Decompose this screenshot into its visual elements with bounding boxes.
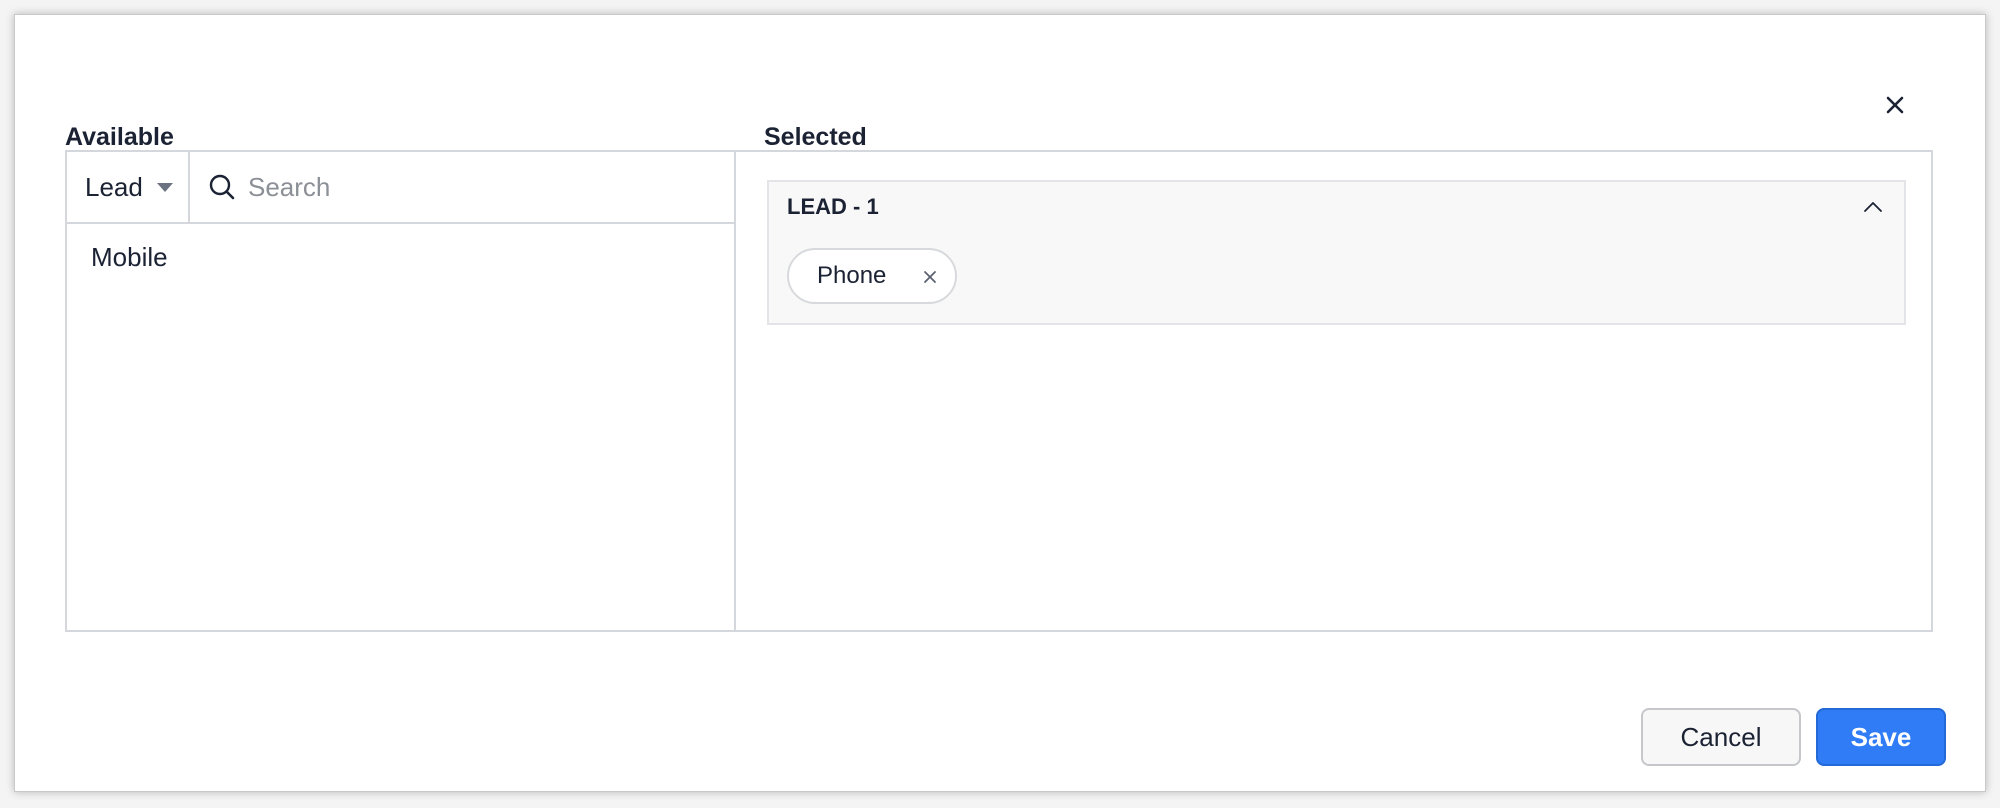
field-panel: Lead Mobile LEAD - 1 xyxy=(65,150,1933,632)
entity-dropdown-value: Lead xyxy=(85,171,143,202)
available-pane: Lead Mobile xyxy=(67,152,736,630)
search-box xyxy=(190,152,734,222)
search-icon xyxy=(209,174,235,200)
selected-title: Selected xyxy=(764,123,867,151)
collapse-button[interactable] xyxy=(1860,194,1886,220)
remove-field-button[interactable] xyxy=(919,266,941,288)
caret-down-icon xyxy=(156,182,173,192)
selected-group-lead-1: LEAD - 1 Phone xyxy=(767,180,1906,325)
selected-field-chip: Phone xyxy=(787,248,957,304)
chevron-up-icon xyxy=(1864,202,1882,212)
field-selector-dialog: Available Selected Lead Mobile xyxy=(14,14,1986,792)
filter-bar: Lead xyxy=(67,152,734,224)
chip-label: Phone xyxy=(817,262,887,289)
list-item[interactable]: Mobile xyxy=(67,224,734,284)
cancel-button[interactable]: Cancel xyxy=(1641,708,1801,766)
entity-dropdown[interactable]: Lead xyxy=(67,152,190,222)
search-input[interactable] xyxy=(248,171,698,203)
close-button[interactable] xyxy=(1875,85,1915,125)
close-icon xyxy=(1886,96,1904,114)
group-header: LEAD - 1 xyxy=(787,194,879,219)
available-list: Mobile xyxy=(67,224,734,284)
available-title: Available xyxy=(65,123,174,151)
close-icon xyxy=(924,271,936,283)
save-button[interactable]: Save xyxy=(1816,708,1946,766)
